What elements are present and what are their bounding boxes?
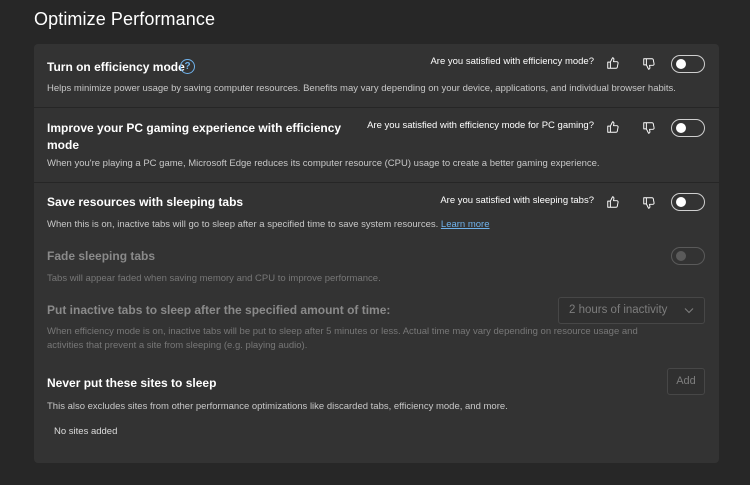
fade-sleeping-tabs-title: Fade sleeping tabs xyxy=(47,249,156,263)
thumbs-down-icon[interactable] xyxy=(642,196,656,210)
inactive-time-selected: 2 hours of inactivity xyxy=(569,304,668,316)
inactive-time-title: Put inactive tabs to sleep after the spe… xyxy=(47,303,391,317)
gaming-survey-label: Are you satisfied with efficiency mode f… xyxy=(367,120,594,131)
efficiency-mode-title: Turn on efficiency mode xyxy=(47,60,185,74)
learn-more-link[interactable]: Learn more xyxy=(441,219,490,230)
sleeping-tabs-description-text: When this is on, inactive tabs will go t… xyxy=(47,219,439,230)
efficiency-mode-section: Turn on efficiency mode ? Are you satisf… xyxy=(34,44,719,107)
thumbs-down-icon[interactable] xyxy=(642,57,656,71)
thumbs-down-icon[interactable] xyxy=(642,121,656,135)
inactive-time-select[interactable]: 2 hours of inactivity xyxy=(558,297,705,324)
add-site-button[interactable]: Add xyxy=(667,368,705,395)
page-title: Optimize Performance xyxy=(34,9,216,29)
sleeping-tabs-title: Save resources with sleeping tabs xyxy=(47,195,244,209)
thumbs-up-icon[interactable] xyxy=(606,195,620,209)
gaming-title-line1: Improve your PC gaming experience with e… xyxy=(47,121,342,135)
toggle-knob xyxy=(676,197,686,207)
efficiency-mode-toggle[interactable] xyxy=(671,55,705,73)
fade-sleeping-tabs-toggle[interactable] xyxy=(671,247,705,265)
fade-sleeping-tabs-description: Tabs will appear faded when saving memor… xyxy=(47,273,381,284)
gaming-toggle[interactable] xyxy=(671,119,705,137)
toggle-knob xyxy=(676,123,686,133)
settings-card: Turn on efficiency mode ? Are you satisf… xyxy=(34,44,719,463)
no-sites-added-text: No sites added xyxy=(54,426,118,437)
help-icon[interactable]: ? xyxy=(180,59,195,74)
toggle-knob xyxy=(676,251,686,261)
inactive-time-description-line2: activities that prevent a site from slee… xyxy=(47,340,308,351)
never-sleep-title: Never put these sites to sleep xyxy=(47,376,217,390)
sleeping-tabs-toggle[interactable] xyxy=(671,193,705,211)
gaming-section: Improve your PC gaming experience with e… xyxy=(34,108,719,182)
thumbs-up-icon[interactable] xyxy=(606,56,620,70)
sleeping-tabs-section: Save resources with sleeping tabs Are yo… xyxy=(34,183,719,463)
gaming-description: When you're playing a PC game, Microsoft… xyxy=(47,158,600,169)
inactive-time-description-line1: When efficiency mode is on, inactive tab… xyxy=(47,326,638,337)
sleeping-survey-label: Are you satisfied with sleeping tabs? xyxy=(440,195,594,206)
sleeping-tabs-description: When this is on, inactive tabs will go t… xyxy=(47,217,490,232)
toggle-knob xyxy=(676,59,686,69)
thumbs-up-icon[interactable] xyxy=(606,120,620,134)
chevron-down-icon xyxy=(684,308,694,314)
efficiency-mode-description: Helps minimize power usage by saving com… xyxy=(47,83,676,94)
efficiency-survey-label: Are you satisfied with efficiency mode? xyxy=(430,56,594,67)
never-sleep-description: This also excludes sites from other perf… xyxy=(47,401,508,412)
gaming-title-line2: mode xyxy=(47,138,80,152)
